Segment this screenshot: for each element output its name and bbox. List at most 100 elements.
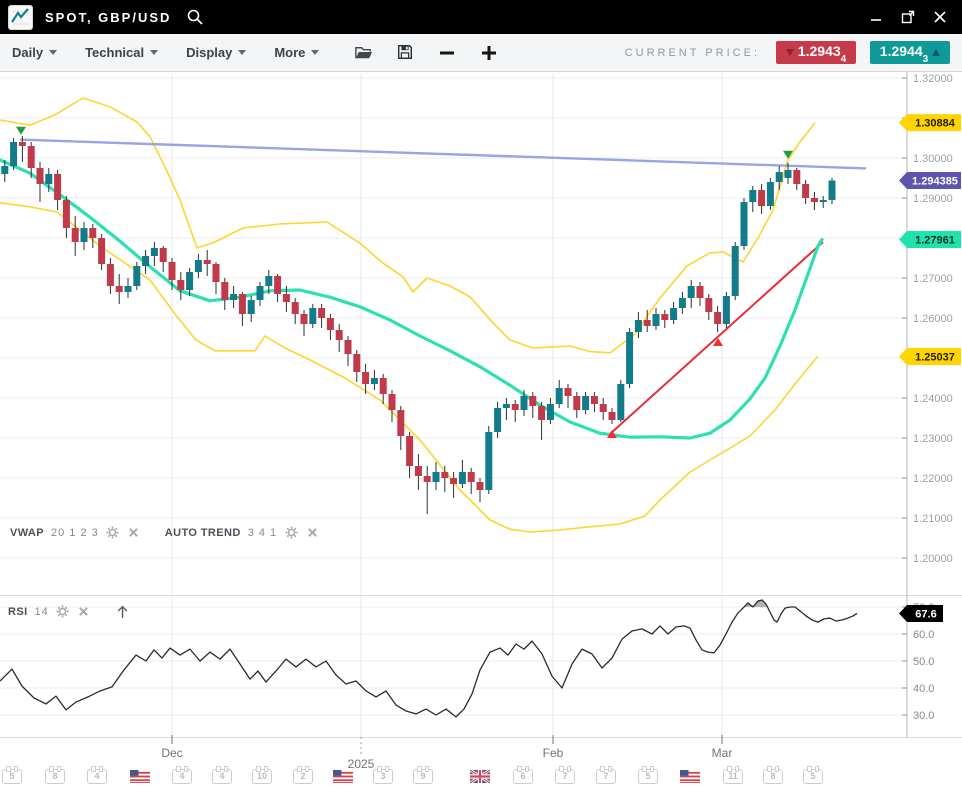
bid-price-button[interactable]: 1.29434	[776, 41, 856, 64]
vwap-settings-button[interactable]	[106, 526, 120, 540]
calendar-icon: 9	[413, 769, 433, 784]
candle-up	[257, 286, 264, 300]
us-event-flag[interactable]	[333, 766, 355, 784]
price-axis-label: 1.32000	[913, 73, 953, 85]
rsi-remove-button[interactable]	[77, 605, 91, 619]
candle-down	[697, 286, 704, 298]
price-tag-value: 67.6	[915, 608, 936, 620]
candle-down	[345, 340, 352, 354]
candle-up	[186, 272, 193, 290]
candle-up	[617, 384, 624, 420]
calendar-event-icon[interactable]: 4	[212, 766, 234, 784]
candle-down	[19, 142, 26, 146]
rsi-axis-label: 50.0	[913, 656, 934, 668]
candle-up	[688, 286, 695, 298]
us-flag-icon	[680, 770, 700, 783]
us-event-flag[interactable]	[130, 766, 152, 784]
open-folder-icon	[354, 43, 373, 62]
minimize-icon	[868, 9, 884, 25]
calendar-event-icon[interactable]: 2	[293, 766, 315, 784]
gear-icon	[106, 526, 119, 539]
display-menu[interactable]: Display	[186, 45, 246, 60]
calendar-event-icon[interactable]: 7	[555, 766, 577, 784]
zoom-out-button[interactable]	[437, 43, 457, 63]
candle-up	[142, 256, 149, 266]
auto-trend-resistance-line	[20, 140, 866, 169]
candle-down	[72, 228, 79, 242]
candle-down	[160, 248, 167, 262]
candle-up	[133, 266, 140, 286]
candle-up	[503, 404, 510, 408]
candle-down	[565, 388, 572, 396]
zoom-in-button[interactable]	[479, 43, 499, 63]
bollinger-lower-band-line	[0, 203, 818, 532]
calendar-event-icon[interactable]: 3	[373, 766, 395, 784]
us-event-flag[interactable]	[680, 766, 702, 784]
candle-down	[811, 198, 818, 202]
uk-event-flag[interactable]	[470, 766, 492, 784]
chevron-down-icon	[150, 50, 158, 55]
vwap-line	[0, 160, 822, 438]
rsi-axis-label: 30.0	[913, 710, 934, 722]
candle-down	[63, 200, 70, 228]
ask-price-value: 1.29443	[880, 43, 928, 63]
candle-up	[626, 332, 633, 384]
calendar-icon: 5	[638, 769, 658, 784]
candle-up	[521, 396, 528, 410]
calendar-event-icon[interactable]: 11	[723, 766, 745, 784]
chevron-down-icon	[49, 50, 57, 55]
display-menu-label: Display	[186, 45, 232, 60]
close-button[interactable]	[932, 9, 948, 25]
calendar-event-icon[interactable]: 8	[45, 766, 67, 784]
indicator-row-vwap-autotrend: VWAP 20 1 2 3 AUTO TREND 3 4 1	[10, 526, 319, 540]
close-icon	[128, 527, 139, 538]
vwap-indicator-params: 20 1 2 3	[51, 527, 99, 539]
calendar-event-icon[interactable]: 5	[803, 766, 825, 784]
calendar-event-icon[interactable]: 5	[638, 766, 660, 784]
calendar-icon: 5	[803, 769, 823, 784]
popout-button[interactable]	[900, 9, 916, 25]
candle-down	[450, 478, 457, 484]
rsi-settings-button[interactable]	[56, 605, 70, 619]
price-tag-value: 1.27961	[915, 235, 955, 247]
calendar-icon: 11	[723, 769, 743, 784]
chevron-down-icon	[238, 50, 246, 55]
vwap-remove-button[interactable]	[127, 526, 141, 540]
rsi-move-up-button[interactable]	[115, 604, 131, 620]
candle-up	[81, 228, 88, 242]
calendar-icon: 6	[513, 769, 533, 784]
timeframe-menu[interactable]: Daily	[12, 45, 57, 60]
price-axis-label: 1.26000	[913, 313, 953, 325]
candle-down	[415, 466, 422, 476]
save-chart-button[interactable]	[395, 43, 415, 63]
timeframe-menu-label: Daily	[12, 45, 43, 60]
calendar-event-icon[interactable]: 5	[2, 766, 24, 784]
candle-up	[309, 308, 316, 324]
plus-icon	[479, 43, 499, 63]
minimize-button[interactable]	[868, 9, 884, 25]
calendar-event-icon[interactable]: 4	[87, 766, 109, 784]
current-price-cluster: CURRENT PRICE: 1.29434 1.29443	[625, 41, 950, 64]
calendar-event-icon[interactable]: 10	[252, 766, 274, 784]
calendar-event-icon[interactable]: 9	[413, 766, 435, 784]
candle-up	[547, 404, 554, 420]
close-icon	[307, 527, 318, 538]
open-chart-button[interactable]	[353, 43, 373, 63]
autotrend-settings-button[interactable]	[284, 526, 298, 540]
autotrend-indicator-params: 3 4 1	[248, 527, 277, 539]
calendar-event-icon[interactable]: 4	[172, 766, 194, 784]
calendar-event-icon[interactable]: 7	[596, 766, 618, 784]
candle-down	[362, 372, 369, 384]
ask-price-button[interactable]: 1.29443	[870, 41, 950, 64]
autotrend-remove-button[interactable]	[305, 526, 319, 540]
calendar-icon: 2	[293, 769, 313, 784]
month-label: Dec	[161, 746, 182, 760]
calendar-event-icon[interactable]: 6	[513, 766, 535, 784]
calendar-event-icon[interactable]: 8	[763, 766, 785, 784]
search-button[interactable]	[185, 7, 205, 27]
price-chart-canvas[interactable]: 1.320001.310001.300001.290001.280001.270…	[0, 72, 962, 788]
more-menu[interactable]: More	[274, 45, 319, 60]
candle-down	[204, 260, 211, 264]
technical-menu[interactable]: Technical	[85, 45, 158, 60]
candle-down	[512, 404, 519, 410]
